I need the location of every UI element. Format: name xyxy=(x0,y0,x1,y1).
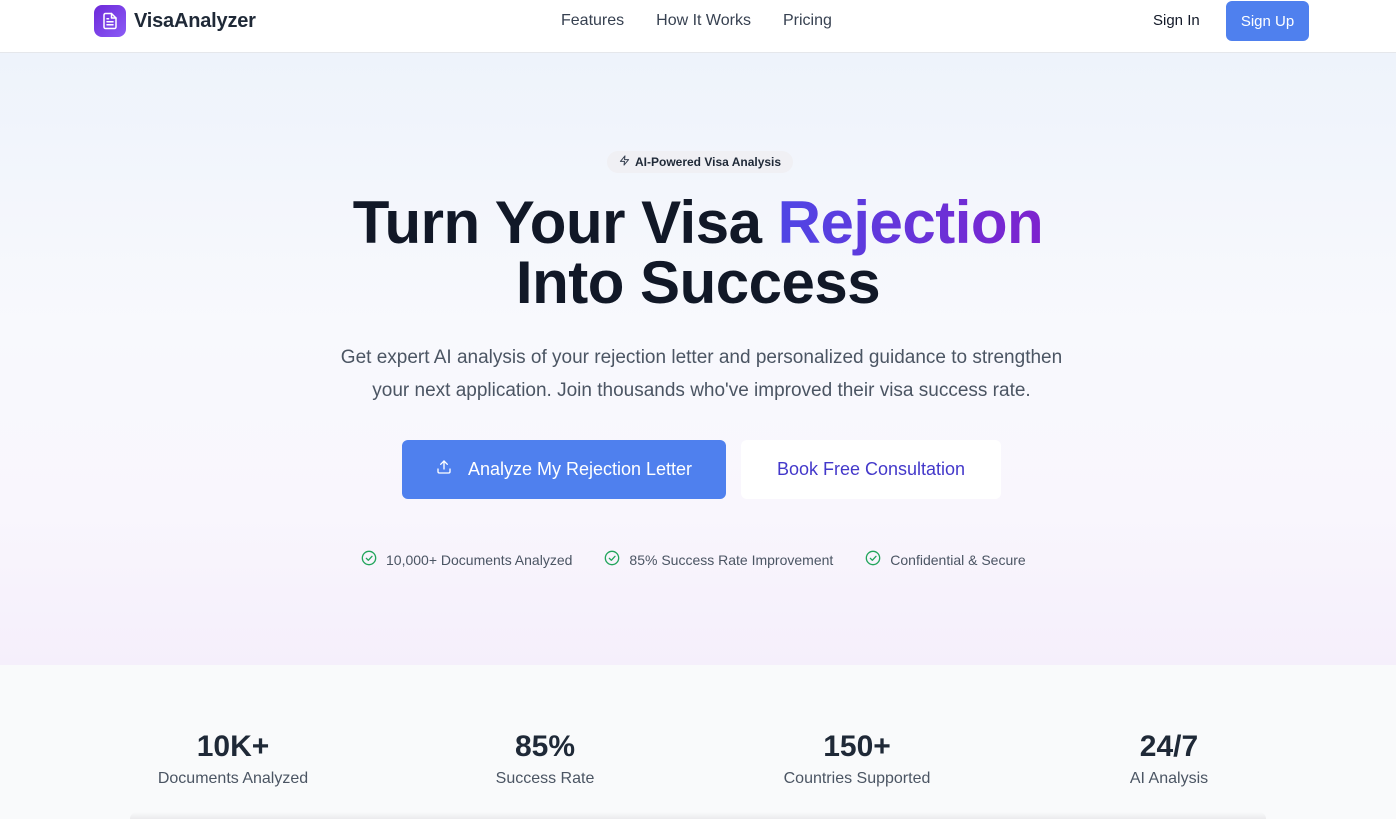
stat-value: 85% xyxy=(514,730,576,763)
book-consultation-button[interactable]: Book Free Consultation xyxy=(741,440,1001,499)
stat-label: AI Analysis xyxy=(1129,770,1209,787)
trust-label: 85% Success Rate Improvement xyxy=(629,551,834,568)
trust-item: Confidential & Secure xyxy=(865,550,1026,569)
analyze-rejection-letter-button[interactable]: Analyze My Rejection Letter xyxy=(402,440,726,499)
stat-countries: 150+ Countries Supported xyxy=(737,729,977,788)
hero-section: AI-Powered Visa Analysis Turn Your Visa … xyxy=(0,53,1396,665)
trust-item: 85% Success Rate Improvement xyxy=(604,550,833,569)
stat-value: 10K+ xyxy=(196,730,270,763)
next-section-edge xyxy=(130,812,1266,819)
site-header: VisaAnalyzer Features How It Works Prici… xyxy=(0,0,1396,53)
lightning-icon xyxy=(619,155,630,169)
main-nav: Features How It Works Pricing xyxy=(561,12,832,30)
title-part-2: Into Success xyxy=(515,249,881,316)
trust-item: 10,000+ Documents Analyzed xyxy=(361,550,572,569)
title-accent: Rejection xyxy=(777,189,1044,256)
brand[interactable]: VisaAnalyzer xyxy=(94,5,256,37)
brand-name: VisaAnalyzer xyxy=(134,9,256,32)
check-circle-icon xyxy=(604,550,620,569)
nav-pricing[interactable]: Pricing xyxy=(783,12,832,30)
badge-label: AI-Powered Visa Analysis xyxy=(635,155,782,169)
trust-indicators: 10,000+ Documents Analyzed 85% Success R… xyxy=(361,550,1026,569)
nav-how-it-works[interactable]: How It Works xyxy=(656,12,751,30)
analyze-button-label: Analyze My Rejection Letter xyxy=(467,459,693,479)
sign-up-button[interactable]: Sign Up xyxy=(1226,1,1309,41)
document-icon xyxy=(94,5,126,37)
hero-subtitle: Get expert AI analysis of your rejection… xyxy=(318,341,1085,407)
check-circle-icon xyxy=(361,550,377,569)
stat-value: 24/7 xyxy=(1139,730,1199,763)
stat-documents: 10K+ Documents Analyzed xyxy=(113,729,353,788)
nav-features[interactable]: Features xyxy=(561,12,624,30)
stats-section: 10K+ Documents Analyzed 85% Success Rate… xyxy=(0,665,1396,819)
subtitle-line-2: your next application. Join thousands wh… xyxy=(372,380,1031,401)
hero-title: Turn Your Visa Rejection Into Success xyxy=(0,193,1396,313)
check-circle-icon xyxy=(865,550,881,569)
sign-in-link[interactable]: Sign In xyxy=(1153,12,1200,29)
stat-label: Documents Analyzed xyxy=(157,770,309,787)
subtitle-line-1: Get expert AI analysis of your rejection… xyxy=(340,347,1063,368)
trust-label: 10,000+ Documents Analyzed xyxy=(386,551,573,568)
stat-label: Countries Supported xyxy=(783,770,931,787)
stat-success-rate: 85% Success Rate xyxy=(425,729,665,788)
hero-badge: AI-Powered Visa Analysis xyxy=(607,151,794,173)
upload-icon xyxy=(436,459,452,480)
stat-value: 150+ xyxy=(823,730,891,763)
stat-ai-analysis: 24/7 AI Analysis xyxy=(1049,729,1289,788)
stat-label: Success Rate xyxy=(495,770,595,787)
trust-label: Confidential & Secure xyxy=(890,551,1026,568)
title-part-1: Turn Your Visa xyxy=(352,189,778,256)
